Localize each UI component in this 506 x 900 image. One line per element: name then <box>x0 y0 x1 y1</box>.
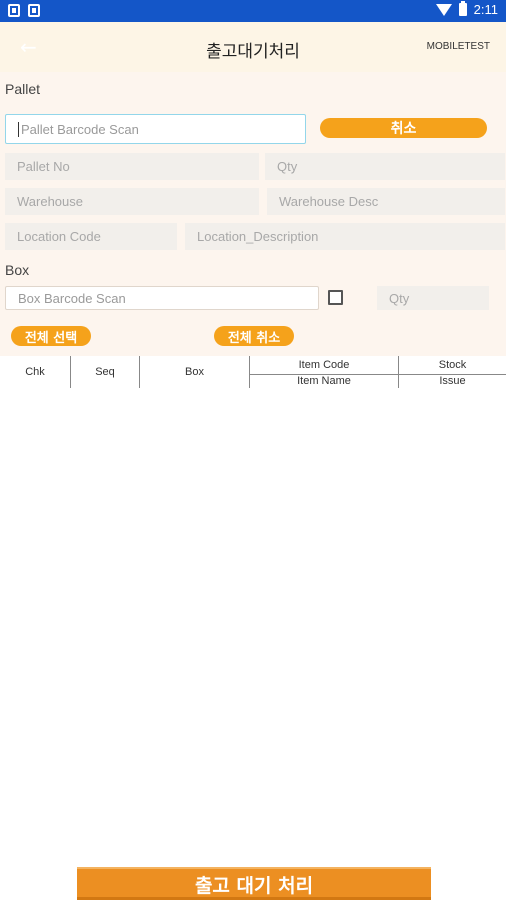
column-chk[interactable]: Chk <box>0 356 70 388</box>
column-item-code[interactable]: Item Code <box>250 356 398 374</box>
column-issue[interactable]: Issue <box>399 374 506 388</box>
row-divider <box>250 374 506 375</box>
location-code-field[interactable]: Location Code <box>5 223 177 250</box>
pallet-qty-field[interactable]: Qty <box>265 153 505 180</box>
location-description-field[interactable]: Location_Description <box>185 223 505 250</box>
sim-icon <box>28 4 40 17</box>
pallet-barcode-placeholder: Pallet Barcode Scan <box>21 121 139 137</box>
table-header: Chk Seq Box Item Code Item Name Stock Is… <box>0 356 506 388</box>
status-bar: 2:11 <box>0 0 506 22</box>
app-bar: ← 출고대기처리 MOBILETEST <box>0 22 506 72</box>
clock: 2:11 <box>473 2 498 17</box>
cancel-button[interactable]: 취소 <box>320 118 487 138</box>
column-box[interactable]: Box <box>140 356 249 388</box>
cancel-all-button[interactable]: 전체 취소 <box>214 326 294 346</box>
submit-button[interactable]: 출고 대기 처리 <box>77 867 431 900</box>
wifi-icon <box>435 4 452 16</box>
column-seq[interactable]: Seq <box>71 356 139 388</box>
battery-icon <box>458 1 467 16</box>
user-label: MOBILETEST <box>426 41 490 52</box>
column-item-name[interactable]: Item Name <box>250 374 398 388</box>
box-barcode-input[interactable]: Box Barcode Scan <box>5 286 319 310</box>
box-qty-field[interactable]: Qty <box>377 286 489 310</box>
column-stock[interactable]: Stock <box>399 356 506 374</box>
pallet-barcode-input[interactable]: Pallet Barcode Scan <box>5 114 306 144</box>
warehouse-field[interactable]: Warehouse <box>5 188 259 215</box>
pallet-no-field[interactable]: Pallet No <box>5 153 259 180</box>
text-cursor <box>18 121 19 137</box>
pallet-section-label: Pallet <box>5 81 41 97</box>
box-section-label: Box <box>5 262 30 278</box>
box-checkbox[interactable] <box>328 290 343 305</box>
warehouse-desc-field[interactable]: Warehouse Desc <box>267 188 505 215</box>
shield-icon <box>8 4 20 17</box>
box-barcode-placeholder: Box Barcode Scan <box>18 290 126 306</box>
select-all-button[interactable]: 전체 선택 <box>11 326 91 346</box>
